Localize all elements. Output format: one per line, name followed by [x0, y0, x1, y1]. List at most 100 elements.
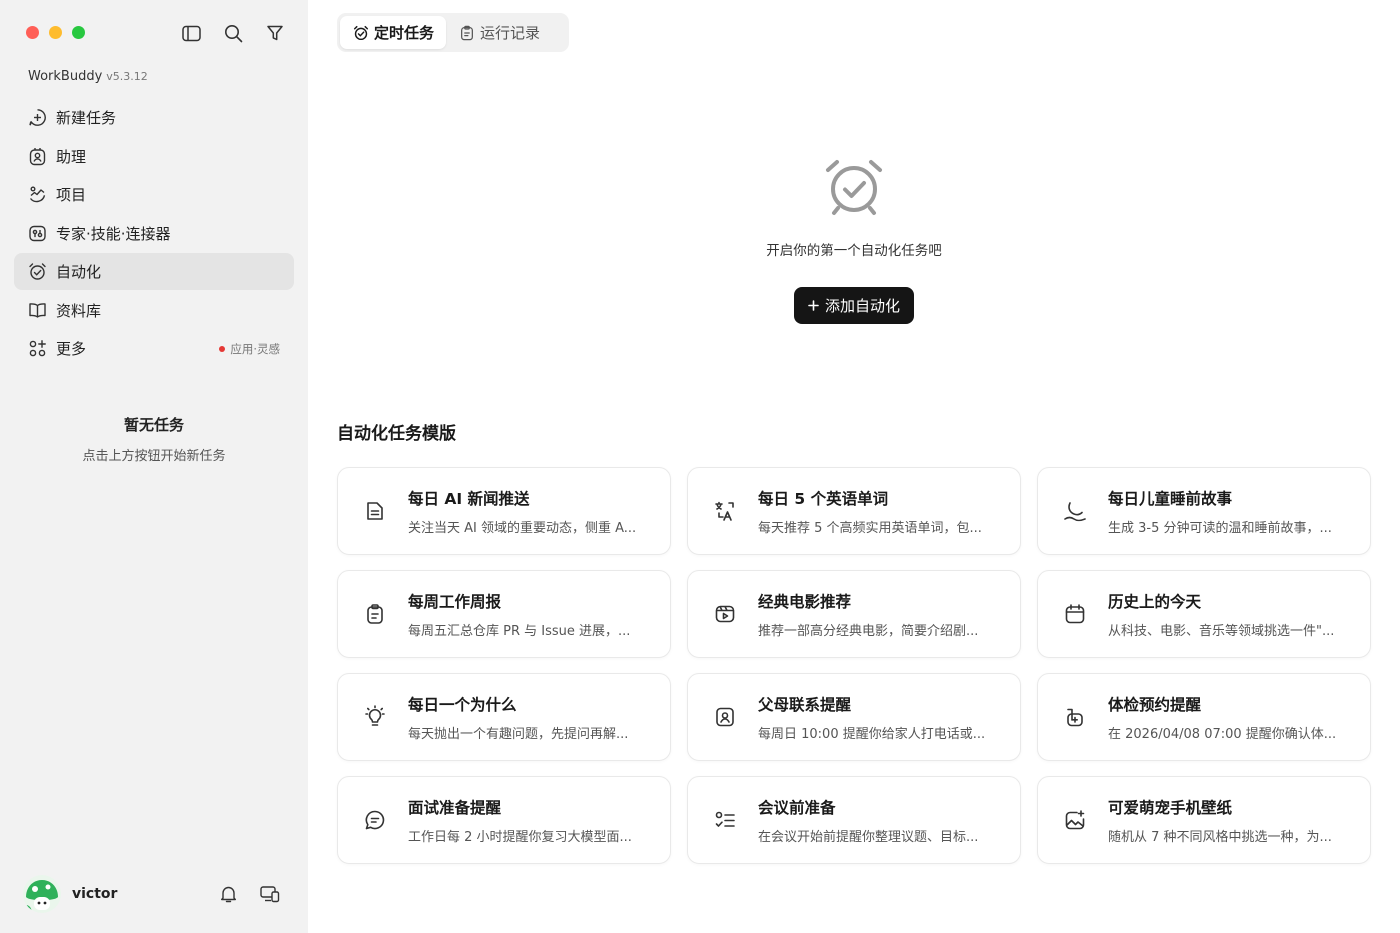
minimize-window-button[interactable] — [49, 26, 62, 39]
template-card-daily-why[interactable]: 每日一个为什么 每天抛出一个有趣问题，先提问再解... — [337, 673, 671, 761]
main-panel: 定时任务 运行记录 开启你的第一个自动化任务吧 添加自动化 自动化任务模版 每日… — [308, 0, 1400, 933]
tab-run-history[interactable]: 运行记录 — [446, 16, 552, 49]
checklist-icon — [712, 807, 738, 833]
translate-icon — [712, 498, 738, 524]
template-description: 生成 3-5 分钟可读的温和睡前故事，... — [1108, 520, 1332, 536]
clipboard-icon — [362, 601, 388, 627]
close-window-button[interactable] — [26, 26, 39, 39]
sidebar-item-label: 助理 — [56, 147, 87, 166]
template-card-bedtime-story[interactable]: 每日儿童睡前故事 生成 3-5 分钟可读的温和睡前故事，... — [1037, 467, 1371, 555]
template-title: 会议前准备 — [758, 798, 836, 817]
moon-icon — [1062, 498, 1088, 524]
template-description: 每天抛出一个有趣问题，先提问再解... — [408, 726, 629, 742]
assistant-icon — [27, 146, 47, 166]
template-description: 推荐一部高分经典电影，简要介绍剧... — [758, 623, 979, 639]
book-icon — [27, 300, 47, 320]
empty-description: 点击上方按钮开始新任务 — [82, 449, 226, 464]
image-add-icon — [1062, 807, 1088, 833]
sidebar-item-assistant[interactable]: 助理 — [14, 138, 294, 175]
sidebar-toggle-icon[interactable] — [180, 22, 202, 44]
apps-icon — [27, 339, 47, 359]
templates-grid: 每日 AI 新闻推送 关注当天 AI 领域的重要动态，侧重 A... 每日 5 … — [337, 467, 1371, 864]
template-card-interview-prep[interactable]: 面试准备提醒 工作日每 2 小时提醒你复习大模型面... — [337, 776, 671, 864]
more-hint-badge: 应用·灵感 — [219, 341, 280, 357]
sidebar-item-new-task[interactable]: 新建任务 — [14, 99, 294, 136]
sidebar-item-label: 更多 — [56, 340, 87, 358]
chat-bubble-icon — [362, 807, 388, 833]
plus-icon — [808, 300, 819, 311]
template-card-pet-wallpaper[interactable]: 可爱萌宠手机壁纸 随机从 7 种不同风格中挑选一种，为... — [1037, 776, 1371, 864]
app-title: WorkBuddy v5.3.12 — [28, 69, 148, 84]
template-description: 从科技、电影、音乐等领域挑选一件"... — [1108, 623, 1335, 639]
template-card-weekly-report[interactable]: 每周工作周报 每周五汇总仓库 PR 与 Issue 进展，... — [337, 570, 671, 658]
sidebar-item-more[interactable]: 更多 应用·灵感 — [14, 330, 294, 367]
sidebar-item-library[interactable]: 资料库 — [14, 292, 294, 329]
sidebar: WorkBuddy v5.3.12 新建任务 助理 项目 专家·技能·连接器 自… — [0, 0, 308, 933]
calendar-icon — [1062, 601, 1088, 627]
app-window: WorkBuddy v5.3.12 新建任务 助理 项目 专家·技能·连接器 自… — [0, 0, 1400, 933]
alarm-clock-icon — [352, 24, 369, 41]
news-icon — [362, 498, 388, 524]
zoom-window-button[interactable] — [72, 26, 85, 39]
template-title: 每日一个为什么 — [408, 695, 517, 714]
expert-skills-icon — [27, 223, 47, 243]
template-description: 在 2026/04/08 07:00 提醒你确认体... — [1108, 726, 1337, 742]
template-description: 工作日每 2 小时提醒你复习大模型面... — [408, 829, 632, 845]
avatar[interactable] — [23, 875, 61, 913]
template-title: 每日儿童睡前故事 — [1108, 489, 1233, 508]
bell-icon[interactable] — [217, 883, 239, 905]
clipboard-icon — [458, 24, 475, 41]
template-title: 可爱萌宠手机壁纸 — [1108, 798, 1233, 817]
template-title: 历史上的今天 — [1108, 592, 1202, 611]
tab-label: 定时任务 — [374, 24, 435, 42]
sidebar-empty-state: 暂无任务 点击上方按钮开始新任务 — [0, 414, 308, 464]
template-card-ai-news[interactable]: 每日 AI 新闻推送 关注当天 AI 领域的重要动态，侧重 A... — [337, 467, 671, 555]
tab-scheduled-tasks[interactable]: 定时任务 — [340, 16, 447, 49]
sidebar-toolbar — [180, 22, 286, 44]
template-card-english-words[interactable]: 每日 5 个英语单词 每天推荐 5 个高频实用英语单词，包... — [687, 467, 1021, 555]
sidebar-item-experts[interactable]: 专家·技能·连接器 — [14, 215, 294, 252]
template-title: 经典电影推荐 — [758, 592, 852, 611]
user-name: victor — [72, 886, 118, 902]
template-description: 随机从 7 种不同风格中挑选一种，为... — [1108, 829, 1332, 845]
sidebar-item-label: 专家·技能·连接器 — [56, 224, 171, 243]
lightbulb-icon — [362, 704, 388, 730]
tab-label: 运行记录 — [480, 24, 541, 42]
template-description: 关注当天 AI 领域的重要动态，侧重 A... — [408, 520, 637, 536]
template-description: 每天推荐 5 个高频实用英语单词，包... — [758, 520, 982, 536]
template-title: 每日 5 个英语单词 — [758, 489, 889, 508]
empty-title: 暂无任务 — [123, 416, 184, 434]
more-hint-label: 应用·灵感 — [230, 341, 280, 356]
template-title: 父母联系提醒 — [758, 695, 852, 714]
sidebar-item-label: 资料库 — [56, 301, 102, 320]
new-task-icon — [27, 108, 47, 128]
template-description: 每周五汇总仓库 PR 与 Issue 进展，... — [408, 623, 631, 639]
user-bar: victor — [23, 875, 285, 913]
filter-icon[interactable] — [264, 22, 286, 44]
template-card-movie[interactable]: 经典电影推荐 推荐一部高分经典电影，简要介绍剧... — [687, 570, 1021, 658]
sidebar-nav: 新建任务 助理 项目 专家·技能·连接器 自动化 资料库 更多 应用·灵感 — [14, 99, 294, 369]
contact-card-icon — [712, 704, 738, 730]
devices-icon[interactable] — [259, 883, 281, 905]
hero-message: 开启你的第一个自动化任务吧 — [766, 243, 942, 259]
add-automation-button[interactable]: 添加自动化 — [793, 287, 914, 324]
search-icon[interactable] — [222, 22, 244, 44]
template-title: 每周工作周报 — [408, 592, 502, 611]
app-name-label: WorkBuddy — [28, 69, 103, 84]
template-card-medical-checkup[interactable]: 体检预约提醒 在 2026/04/08 07:00 提醒你确认体... — [1037, 673, 1371, 761]
template-card-meeting-prep[interactable]: 会议前准备 在会议开始前提醒你整理议题、目标... — [687, 776, 1021, 864]
sidebar-item-project[interactable]: 项目 — [14, 176, 294, 213]
template-title: 每日 AI 新闻推送 — [408, 489, 530, 508]
film-icon — [712, 601, 738, 627]
templates-title: 自动化任务模版 — [337, 424, 456, 444]
sidebar-item-label: 项目 — [56, 186, 87, 204]
project-icon — [27, 185, 47, 205]
window-controls — [26, 26, 85, 39]
template-title: 面试准备提醒 — [408, 798, 502, 817]
sidebar-item-label: 自动化 — [56, 263, 102, 281]
template-card-parents-contact[interactable]: 父母联系提醒 每周日 10:00 提醒你给家人打电话或... — [687, 673, 1021, 761]
sidebar-item-automation[interactable]: 自动化 — [14, 253, 294, 290]
empty-automation-hero: 开启你的第一个自动化任务吧 添加自动化 — [308, 155, 1400, 324]
app-version-label: v5.3.12 — [106, 70, 148, 83]
template-card-history-today[interactable]: 历史上的今天 从科技、电影、音乐等领域挑选一件"... — [1037, 570, 1371, 658]
